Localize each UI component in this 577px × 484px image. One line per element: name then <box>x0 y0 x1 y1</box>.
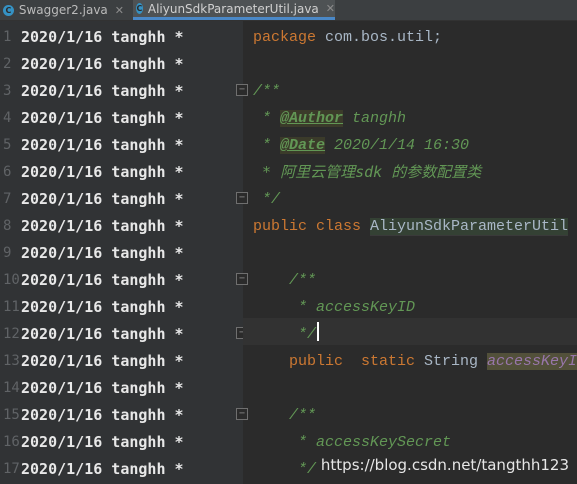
code-line-15[interactable]: /** <box>289 402 316 429</box>
gutter-line[interactable]: 4 2020/1/16 tanghh * <box>0 105 243 132</box>
code-line-16[interactable]: * accessKeySecret <box>289 429 451 456</box>
gutter-line[interactable]: 8 2020/1/16 tanghh * <box>0 213 243 240</box>
blame-annotation[interactable]: 2020/1/16 tanghh * <box>21 78 184 105</box>
gutter-line[interactable]: 15 2020/1/16 tanghh * <box>0 402 243 429</box>
tab-swagger2[interactable]: C Swagger2.java ✕ <box>0 0 124 20</box>
line-number: 6 <box>3 164 12 180</box>
gutter-line[interactable]: 2 2020/1/16 tanghh * <box>0 51 243 78</box>
blame-annotation[interactable]: 2020/1/16 tanghh * <box>21 267 184 294</box>
line-number: 9 <box>3 245 12 261</box>
line-number: 16 <box>3 434 20 450</box>
line-number: 17 <box>3 461 20 477</box>
comment-star: * <box>253 137 281 154</box>
java-class-icon: C <box>136 3 143 14</box>
line-number: 5 <box>3 137 12 153</box>
gutter-line[interactable]: 1 2020/1/16 tanghh * <box>0 24 243 51</box>
gutter-line[interactable]: 17 2020/1/16 tanghh * <box>0 456 243 483</box>
line-number: 3 <box>3 83 12 99</box>
javadoc-tag-author: @Author <box>280 110 344 127</box>
code-line-17[interactable]: */ <box>289 456 316 483</box>
code-line-6[interactable]: * 阿里云管理sdk 的参数配置类 <box>253 159 481 186</box>
code-line-13[interactable]: public static String accessKeyI <box>289 348 577 375</box>
blame-annotation[interactable]: 2020/1/16 tanghh * <box>21 240 184 267</box>
blame-annotation[interactable]: 2020/1/16 tanghh * <box>21 186 184 213</box>
gutter-line[interactable]: 9 2020/1/16 tanghh * <box>0 240 243 267</box>
text-caret <box>317 322 319 341</box>
blame-annotation[interactable]: 2020/1/16 tanghh * <box>21 51 184 78</box>
keyword-static: static <box>343 353 416 370</box>
gutter-line[interactable]: 5 2020/1/16 tanghh * <box>0 132 243 159</box>
code-line-5[interactable]: * @Date 2020/1/14 16:30 <box>253 132 469 159</box>
keyword-public-class: public class <box>253 218 371 235</box>
code-line-3[interactable]: /** <box>253 78 280 105</box>
gutter-line[interactable]: 10 2020/1/16 tanghh * <box>0 267 243 294</box>
code-line-12[interactable]: */ <box>289 321 316 348</box>
line-number: 15 <box>3 407 20 423</box>
gutter-line[interactable]: 12 2020/1/16 tanghh * <box>0 321 243 348</box>
line-number: 10 <box>3 272 20 288</box>
blame-annotation[interactable]: 2020/1/16 tanghh * <box>21 294 184 321</box>
author-value: tanghh <box>343 110 407 127</box>
gutter-line[interactable]: 3 2020/1/16 tanghh * <box>0 78 243 105</box>
blame-annotation[interactable]: 2020/1/16 tanghh * <box>21 213 184 240</box>
blame-annotation[interactable]: 2020/1/16 tanghh * <box>21 456 184 483</box>
line-number: 4 <box>3 110 12 126</box>
java-class-icon: C <box>3 4 14 16</box>
line-number: 11 <box>3 299 20 315</box>
line-number: 7 <box>3 191 12 207</box>
blame-annotation[interactable]: 2020/1/16 tanghh * <box>21 132 184 159</box>
gutter-line[interactable]: 13 2020/1/16 tanghh * <box>0 348 243 375</box>
gutter-line[interactable]: 14 2020/1/16 tanghh * <box>0 375 243 402</box>
comment-star: * <box>253 110 281 127</box>
line-number: 13 <box>3 353 20 369</box>
tab-aliyun-sdk-parameter-util[interactable]: C AliyunSdkParameterUtil.java ✕ <box>133 0 335 20</box>
javadoc-tag-date: @Date <box>280 137 326 154</box>
keyword-package: package <box>253 29 317 46</box>
line-number: 8 <box>3 218 12 234</box>
field-name: accessKeyI <box>487 353 577 370</box>
package-name: com.bos.util; <box>316 29 443 46</box>
gutter-line[interactable]: 7 2020/1/16 tanghh * <box>0 186 243 213</box>
line-number: 2 <box>3 56 12 72</box>
code-editor[interactable]: package com.bos.util; /** * @Author tang… <box>243 21 577 484</box>
tab-label: Swagger2.java <box>18 3 108 17</box>
tab-label: AliyunSdkParameterUtil.java <box>147 1 319 16</box>
code-line-10[interactable]: /** <box>289 267 316 294</box>
gutter-line[interactable]: 16 2020/1/16 tanghh * <box>0 429 243 456</box>
blame-annotation[interactable]: 2020/1/16 tanghh * <box>21 24 184 51</box>
blame-annotation[interactable]: 2020/1/16 tanghh * <box>21 105 184 132</box>
type-string: String <box>415 353 488 370</box>
blame-annotation[interactable]: 2020/1/16 tanghh * <box>21 402 184 429</box>
blame-annotation[interactable]: 2020/1/16 tanghh * <box>21 375 184 402</box>
code-line-7[interactable]: */ <box>253 186 280 213</box>
code-line-1[interactable]: package com.bos.util; <box>253 24 442 51</box>
blame-annotation[interactable]: 2020/1/16 tanghh * <box>21 429 184 456</box>
watermark-text: https://blog.csdn.net/tangthh123 <box>320 456 569 474</box>
gutter-line[interactable]: 11 2020/1/16 tanghh * <box>0 294 243 321</box>
code-line-11[interactable]: * accessKeyID <box>289 294 415 321</box>
class-name: AliyunSdkParameterUtil <box>370 218 569 236</box>
keyword-public: public <box>289 353 344 370</box>
editor-gutter: 1 2020/1/16 tanghh * 2 2020/1/16 tanghh * … <box>0 21 243 484</box>
close-icon[interactable]: ✕ <box>115 4 124 17</box>
blame-annotation[interactable]: 2020/1/16 tanghh * <box>21 348 184 375</box>
date-value: 2020/1/14 16:30 <box>325 137 470 154</box>
line-number: 1 <box>3 29 12 45</box>
blame-annotation[interactable]: 2020/1/16 tanghh * <box>21 159 184 186</box>
blame-annotation[interactable]: 2020/1/16 tanghh * <box>21 321 184 348</box>
close-icon[interactable]: ✕ <box>326 2 335 15</box>
code-line-8[interactable]: public class AliyunSdkParameterUtil <box>253 213 569 240</box>
line-number: 14 <box>3 380 20 396</box>
gutter-line[interactable]: 6 2020/1/16 tanghh * <box>0 159 243 186</box>
code-line-4[interactable]: * @Author tanghh <box>253 105 406 132</box>
editor-tab-bar: C Swagger2.java ✕ C AliyunSdkParameterUt… <box>0 0 577 21</box>
line-number: 12 <box>3 326 20 342</box>
